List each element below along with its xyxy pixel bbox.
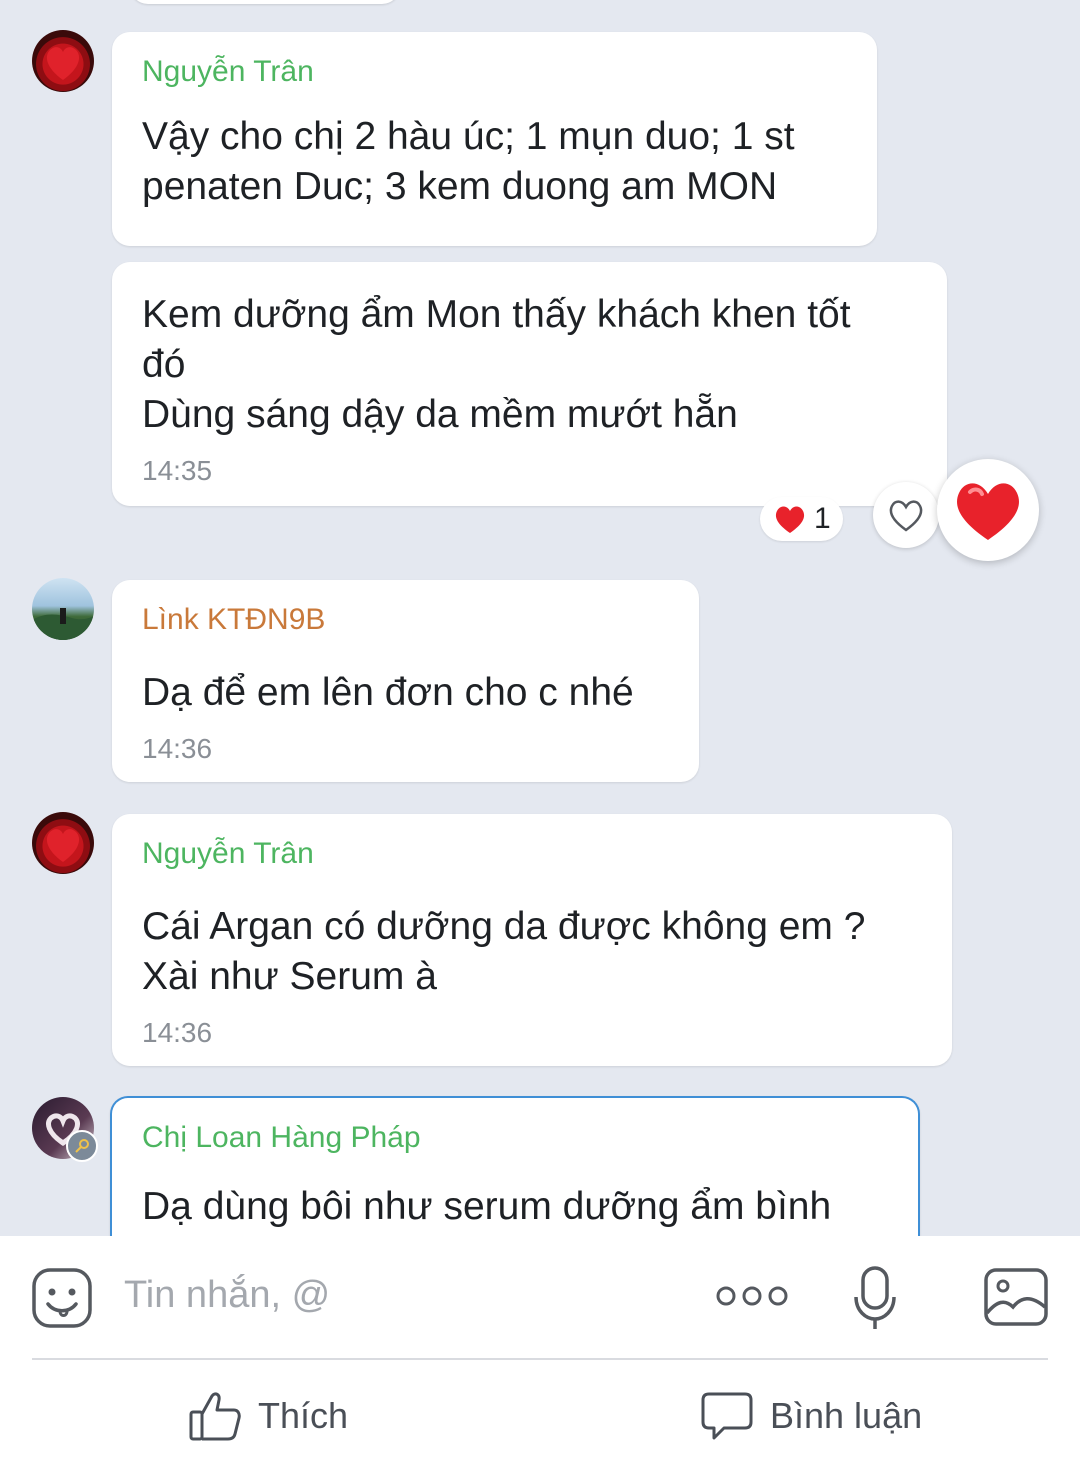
sender-name[interactable]: Nguyễn Trân: [142, 54, 847, 90]
heart-filled-icon: [957, 483, 1019, 540]
avatar-link-ktdn9b[interactable]: [32, 578, 94, 640]
like-label: Thích: [258, 1395, 349, 1436]
message-time: 14:35: [142, 455, 213, 486]
avatar-nguyen-tran[interactable]: [32, 812, 94, 874]
avatar-nguyen-tran[interactable]: [32, 30, 94, 92]
microphone-icon[interactable]: [850, 1264, 900, 1332]
sender-name[interactable]: Nguyễn Trân: [142, 836, 922, 872]
image-icon[interactable]: [982, 1266, 1050, 1328]
chat-area[interactable]: Nguyễn Trân Vậy cho chị 2 hàu úc; 1 mụn …: [0, 0, 1080, 1236]
message-bubble[interactable]: Chị Loan Hàng Pháp Dạ dùng bôi như serum…: [110, 1096, 920, 1236]
message-text: Vậy cho chị 2 hàu úc; 1 mụn duo; 1 st pe…: [142, 115, 795, 208]
message-bubble[interactable]: Nguyễn Trân Cái Argan có dưỡng da được k…: [112, 814, 952, 1066]
message-bubble[interactable]: Nguyễn Trân Vậy cho chị 2 hàu úc; 1 mụn …: [112, 32, 877, 246]
emoji-icon[interactable]: [30, 1266, 94, 1330]
key-badge-icon: [66, 1130, 98, 1162]
message-input[interactable]: Tin nhắn, @: [124, 1270, 330, 1320]
rose-heart-icon: [46, 829, 80, 862]
message-text: Dạ để em lên đơn cho c nhé: [142, 671, 634, 714]
message-text: Dạ dùng bôi như serum dưỡng ẩm bình: [142, 1185, 832, 1228]
heart-icon: [775, 506, 805, 533]
reacted-heart-button[interactable]: [937, 459, 1039, 561]
comment-bubble-icon: [701, 1392, 753, 1440]
comment-button[interactable]: Bình luận: [700, 1390, 922, 1442]
sender-name[interactable]: Lìnk KTĐN9B: [142, 602, 669, 638]
landscape-photo-icon: [32, 608, 94, 640]
rose-heart-icon: [46, 47, 80, 80]
message-bubble[interactable]: Lìnk KTĐN9B Dạ để em lên đơn cho c nhé 1…: [112, 580, 699, 782]
message-text: Kem dưỡng ẩm Mon thấy khách khen tốt đó …: [142, 293, 851, 436]
sender-name[interactable]: Chị Loan Hàng Pháp: [142, 1120, 888, 1156]
comment-label: Bình luận: [770, 1395, 923, 1436]
message-bubble[interactable]: Kem dưỡng ẩm Mon thấy khách khen tốt đó …: [112, 262, 947, 506]
message-time: 14:36: [142, 733, 213, 764]
more-icon[interactable]: [712, 1278, 792, 1314]
heart-outline-icon: [889, 500, 923, 532]
message-time: 14:36: [142, 1017, 213, 1048]
message-text: Cái Argan có dưỡng da được không em ? Xà…: [142, 905, 866, 998]
thumbs-up-icon: [189, 1392, 241, 1441]
reaction-summary[interactable]: 1: [760, 497, 843, 541]
react-heart-button[interactable]: [873, 482, 939, 548]
like-button[interactable]: Thích: [188, 1390, 348, 1442]
reaction-count: 1: [814, 502, 831, 535]
previous-message-bubble: [130, 0, 400, 4]
